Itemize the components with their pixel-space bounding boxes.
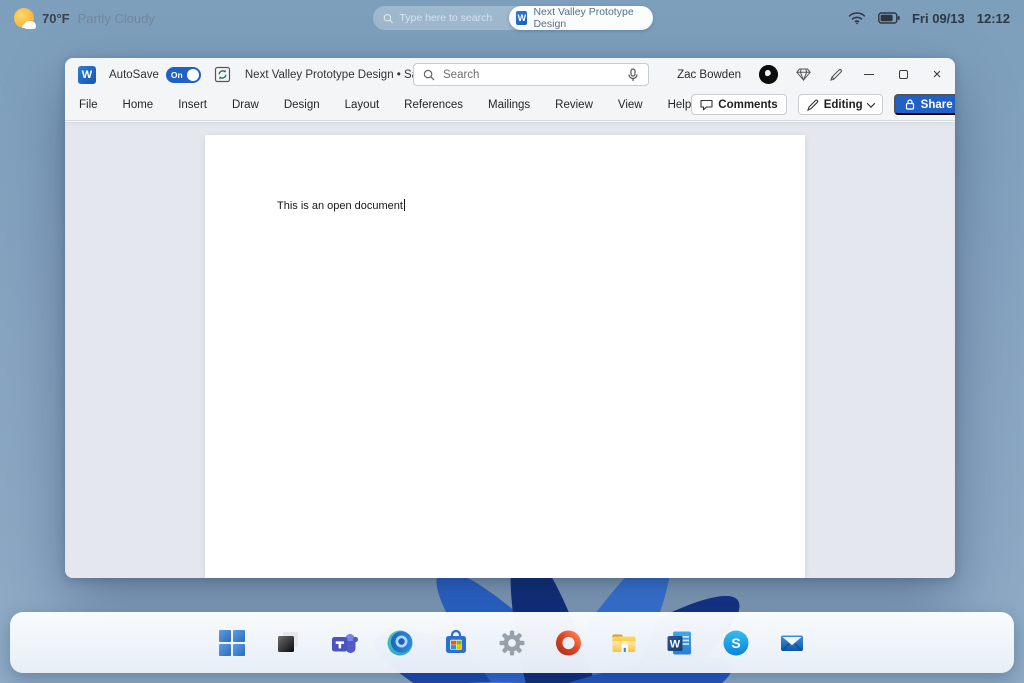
partly-cloudy-icon bbox=[14, 8, 36, 29]
close-icon: × bbox=[932, 66, 942, 83]
taskbar-app-word[interactable]: W bbox=[666, 629, 694, 657]
tab-help[interactable]: Help bbox=[668, 99, 692, 111]
taskbar-app-skype[interactable]: S bbox=[722, 629, 750, 657]
share-label: Share bbox=[920, 98, 953, 111]
taskbar-app-store[interactable] bbox=[442, 629, 470, 657]
start-button[interactable] bbox=[218, 629, 246, 657]
maximize-icon bbox=[898, 70, 908, 79]
desktop-top-bar: 70°F Partly Cloudy W Next Valley Prototy… bbox=[0, 0, 1024, 36]
ribbon-tabs: File Home Insert Draw Design Layout Refe… bbox=[79, 99, 691, 111]
desktop-search-bar[interactable]: W Next Valley Prototype Design bbox=[373, 6, 653, 30]
taskbar-app-mail[interactable] bbox=[778, 629, 806, 657]
diamond-icon[interactable] bbox=[796, 68, 811, 81]
document-text: This is an open document bbox=[277, 199, 406, 212]
tab-mailings[interactable]: Mailings bbox=[488, 99, 530, 111]
maximize-button[interactable] bbox=[895, 63, 911, 87]
mail-icon bbox=[781, 635, 803, 651]
user-name[interactable]: Zac Bowden bbox=[677, 69, 741, 81]
toggle-knob bbox=[186, 68, 199, 81]
clock-date[interactable]: Fri 09/13 bbox=[912, 11, 965, 26]
taskbar-app-edge[interactable] bbox=[386, 629, 414, 657]
titlebar-right-cluster: Zac Bowden × bbox=[677, 63, 945, 87]
tab-draw[interactable]: Draw bbox=[232, 99, 259, 111]
document-page[interactable]: This is an open document bbox=[205, 135, 805, 578]
taskbar-app-settings[interactable] bbox=[498, 629, 526, 657]
taskbar-app-file-explorer[interactable] bbox=[610, 629, 638, 657]
wifi-icon[interactable] bbox=[848, 11, 866, 25]
text-cursor bbox=[403, 199, 406, 211]
word-search-input[interactable] bbox=[443, 68, 619, 81]
office-icon bbox=[555, 629, 581, 656]
taskbar-app-teams[interactable] bbox=[330, 629, 358, 657]
document-canvas-area: This is an open document bbox=[65, 122, 955, 578]
tab-layout[interactable]: Layout bbox=[345, 99, 380, 111]
chevron-down-icon bbox=[866, 98, 875, 108]
minimize-button[interactable] bbox=[861, 63, 877, 87]
user-avatar[interactable] bbox=[759, 65, 778, 84]
share-button[interactable]: Share bbox=[893, 94, 955, 115]
windows-logo-icon bbox=[219, 629, 245, 656]
skype-icon: S bbox=[723, 630, 749, 655]
save-sync-icon[interactable] bbox=[214, 66, 231, 83]
comments-button[interactable]: Comments bbox=[691, 94, 787, 115]
taskbar-app-task-view[interactable] bbox=[274, 629, 302, 657]
weather-condition: Partly Cloudy bbox=[77, 10, 155, 26]
system-tray[interactable]: Fri 09/13 12:12 bbox=[848, 11, 1010, 26]
microphone-icon[interactable] bbox=[627, 67, 639, 82]
minimize-icon bbox=[864, 73, 874, 76]
tab-view[interactable]: View bbox=[618, 99, 643, 111]
battery-icon[interactable] bbox=[878, 12, 900, 24]
tab-insert[interactable]: Insert bbox=[178, 99, 207, 111]
editing-dropdown[interactable]: Editing bbox=[797, 94, 883, 115]
word-icon: W bbox=[667, 631, 691, 654]
gear-icon bbox=[499, 630, 525, 655]
word-app-icon: W bbox=[516, 11, 528, 25]
word-app-icon[interactable]: W bbox=[78, 65, 96, 84]
running-app-label: Next Valley Prototype Design bbox=[533, 6, 634, 30]
tab-file[interactable]: File bbox=[79, 99, 98, 111]
svg-text:S: S bbox=[731, 635, 740, 651]
edge-icon bbox=[387, 630, 413, 655]
tab-home[interactable]: Home bbox=[123, 99, 154, 111]
file-explorer-icon bbox=[612, 634, 636, 652]
running-app-pill[interactable]: W Next Valley Prototype Design bbox=[509, 6, 653, 30]
desktop-search-input[interactable] bbox=[399, 12, 510, 24]
autosave-toggle[interactable]: On bbox=[165, 66, 201, 83]
tab-design[interactable]: Design bbox=[284, 99, 320, 111]
clock-time[interactable]: 12:12 bbox=[977, 11, 1010, 26]
search-icon bbox=[423, 69, 435, 81]
store-icon bbox=[446, 629, 466, 653]
word-titlebar: W AutoSave On Next Valley Prototype Desi… bbox=[65, 58, 955, 91]
pen-icon[interactable] bbox=[829, 68, 843, 82]
search-icon bbox=[383, 13, 393, 23]
word-search-box[interactable] bbox=[413, 63, 649, 86]
svg-text:W: W bbox=[670, 638, 681, 650]
comments-label: Comments bbox=[718, 98, 778, 111]
task-view-icon bbox=[278, 631, 298, 652]
editing-label: Editing bbox=[823, 98, 863, 111]
ribbon-right-cluster: Comments Editing Share bbox=[691, 94, 955, 115]
autosave-label: AutoSave bbox=[109, 68, 159, 81]
word-window: W AutoSave On Next Valley Prototype Desi… bbox=[65, 58, 955, 578]
lock-icon bbox=[905, 99, 914, 110]
taskbar: W S bbox=[10, 612, 1014, 673]
comment-icon bbox=[700, 99, 713, 110]
tab-references[interactable]: References bbox=[404, 99, 463, 111]
teams-icon bbox=[332, 633, 358, 653]
pencil-icon bbox=[806, 99, 818, 111]
weather-widget[interactable]: 70°F Partly Cloudy bbox=[14, 8, 155, 29]
autosave-state: On bbox=[170, 69, 183, 80]
weather-temperature: 70°F bbox=[42, 10, 70, 26]
taskbar-app-office[interactable] bbox=[554, 629, 582, 657]
close-button[interactable]: × bbox=[929, 63, 945, 87]
ribbon-tab-bar: File Home Insert Draw Design Layout Refe… bbox=[65, 91, 955, 121]
tab-review[interactable]: Review bbox=[555, 99, 593, 111]
